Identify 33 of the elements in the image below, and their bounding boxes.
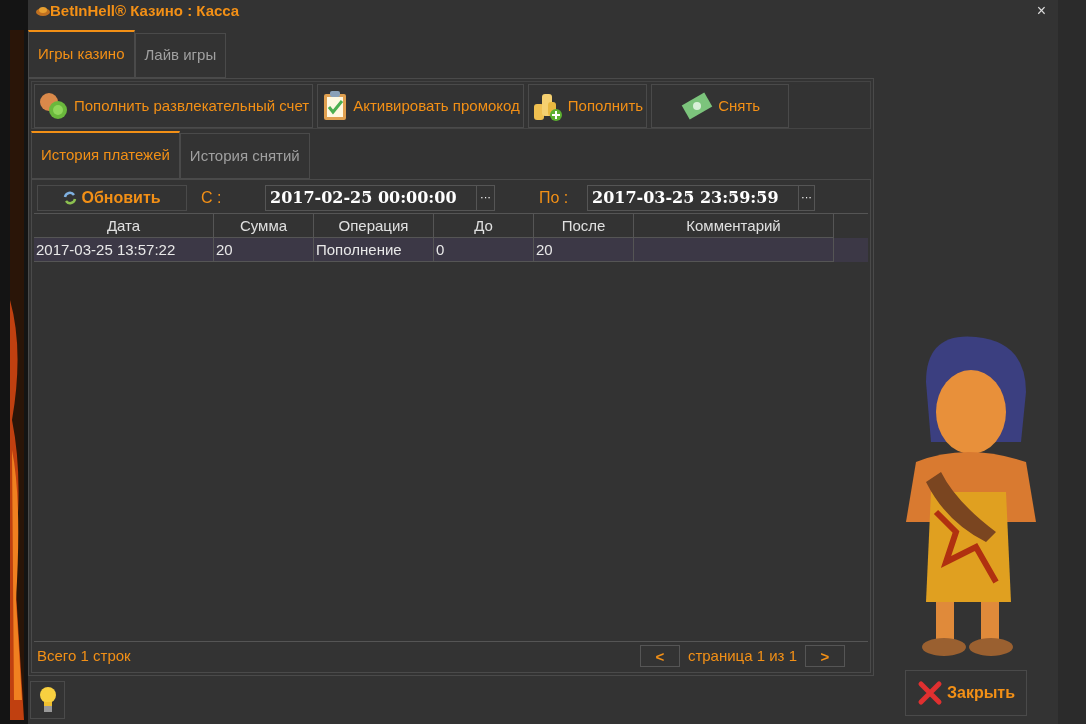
- refresh-button[interactable]: Обновить: [37, 184, 187, 211]
- action-button[interactable]: Пополнить: [527, 84, 648, 128]
- logo-icon: [36, 6, 50, 16]
- row-count: Всего 1 строк: [37, 645, 131, 666]
- from-label: С :: [201, 187, 223, 208]
- previous-page-button[interactable]: <: [639, 645, 680, 667]
- tab[interactable]: История снятий: [179, 133, 310, 179]
- action-button[interactable]: Снять: [651, 84, 790, 128]
- close-button[interactable]: ×: [1036, 3, 1046, 19]
- table-cell: Пополнение: [314, 238, 434, 262]
- lightbulb-icon: [38, 686, 57, 714]
- table-cell: 0: [434, 238, 534, 262]
- tab[interactable]: Игры казино: [28, 30, 135, 78]
- date-field[interactable]: 2017-02-25 00:00:00: [265, 184, 477, 211]
- window-title: BetInHell® Казино : Касса: [50, 0, 240, 21]
- table-cell: 2017-03-25 13:57:22: [34, 238, 214, 262]
- close-icon: [916, 680, 943, 706]
- action-button[interactable]: Активировать промокод: [317, 84, 524, 128]
- table-cell: 20: [534, 238, 634, 262]
- date-picker-button[interactable]: ···: [799, 184, 815, 211]
- action-button[interactable]: Пополнить развлекательный счет: [34, 84, 314, 128]
- table-cell: 20: [214, 238, 314, 262]
- hint-button[interactable]: [30, 681, 65, 719]
- coins-icon: [38, 90, 70, 122]
- close-button[interactable]: Закрыть: [905, 670, 1027, 716]
- tab[interactable]: Лайв игры: [134, 33, 227, 78]
- tab[interactable]: История платежей: [31, 131, 180, 179]
- date-picker-button[interactable]: ···: [477, 184, 495, 211]
- page-indicator: страница 1 из 1: [687, 645, 797, 666]
- refresh-icon: [63, 190, 78, 205]
- date-field[interactable]: 2017-03-25 23:59:59: [587, 184, 799, 211]
- next-page-button[interactable]: >: [805, 645, 845, 667]
- to-label: По :: [539, 187, 570, 208]
